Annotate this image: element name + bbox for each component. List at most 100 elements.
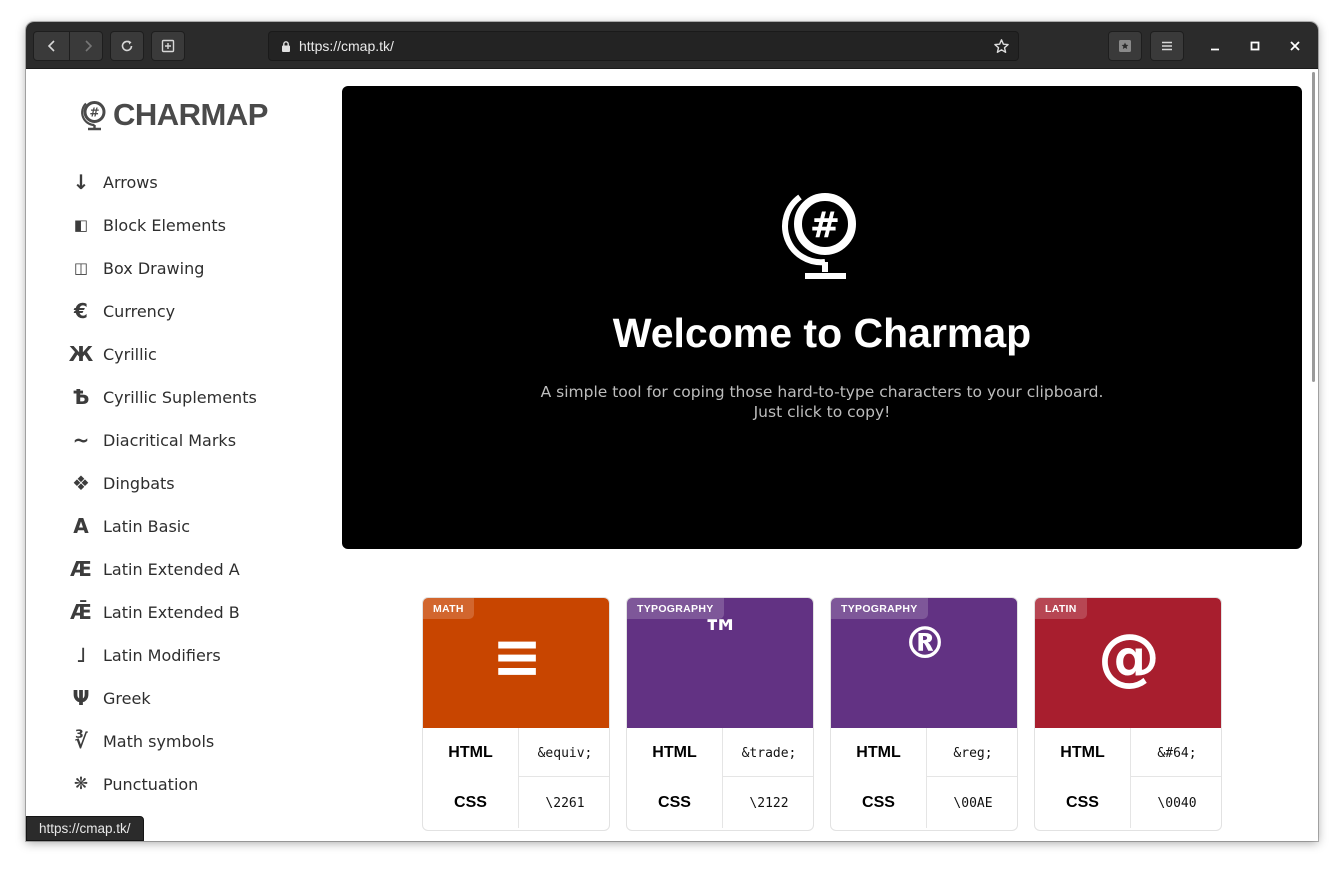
hero-subtitle-line-1: A simple tool for coping those hard-to-t…: [540, 383, 1104, 401]
html-entity[interactable]: &trade;: [722, 728, 813, 778]
block-element-icon: ◧: [73, 216, 89, 234]
css-escape[interactable]: \2261: [518, 778, 609, 828]
sidebar-item-math-symbols[interactable]: ∛ Math symbols: [26, 719, 326, 762]
minimize-button[interactable]: [1205, 36, 1225, 56]
html-label: HTML: [448, 744, 493, 761]
forward-button[interactable]: [70, 32, 105, 60]
css-escape[interactable]: \00AE: [926, 778, 1017, 828]
html-entity[interactable]: &equiv;: [518, 728, 609, 778]
category-tag: TYPOGRAPHY: [831, 598, 928, 619]
char-glyph: ®: [903, 618, 947, 669]
sidebar-item-punctuation[interactable]: ❋ Punctuation: [26, 762, 326, 805]
close-button[interactable]: [1285, 36, 1305, 56]
sidebar-item-label: Arrows: [103, 173, 158, 192]
sidebar-item-greek[interactable]: Ψ Greek: [26, 676, 326, 719]
char-card-reg[interactable]: TYPOGRAPHY ® HTML &reg; CSS \00AE: [830, 597, 1018, 831]
cyrillic-yat-icon: Ѣ: [72, 385, 90, 409]
css-row[interactable]: CSS \00AE: [831, 778, 1017, 828]
sidebar-item-label: Latin Basic: [103, 517, 191, 536]
back-button[interactable]: [34, 32, 69, 60]
html-row[interactable]: HTML &equiv;: [423, 728, 609, 778]
url-text[interactable]: https://cmap.tk/: [299, 38, 394, 54]
sidebar-item-label: Dingbats: [103, 474, 175, 493]
html-entity[interactable]: &reg;: [926, 728, 1017, 778]
cube-root-icon: ∛: [74, 729, 88, 753]
card-preview[interactable]: TYPOGRAPHY ™: [627, 598, 813, 728]
arrow-down-icon: ↓: [72, 170, 90, 194]
logo-text: CHARMAP: [113, 97, 268, 132]
sidebar-item-currency[interactable]: € Currency: [26, 289, 326, 332]
dingbat-diamond-icon: ❖: [72, 471, 90, 495]
url-bar[interactable]: https://cmap.tk/: [268, 31, 1019, 61]
tone-letter-icon: ˩: [76, 643, 86, 667]
svg-text:#: #: [89, 106, 99, 120]
sidebar-item-box-drawing[interactable]: ◫ Box Drawing: [26, 246, 326, 289]
html-label: HTML: [652, 744, 697, 761]
row-separator: [518, 776, 609, 777]
char-glyph: ™: [702, 612, 740, 656]
cyrillic-zhe-icon: Ж: [68, 342, 94, 366]
lock-icon: [282, 41, 290, 52]
minimize-icon: [1211, 48, 1219, 51]
browser-titlebar: https://cmap.tk/: [26, 22, 1318, 69]
bookmark-star-icon[interactable]: [993, 38, 1010, 55]
maximize-button[interactable]: [1245, 36, 1265, 56]
bookmarks-button[interactable]: [1108, 31, 1142, 61]
page-scrollbar[interactable]: [1312, 72, 1315, 382]
sidebar-item-latin-modifiers[interactable]: ˩ Latin Modifiers: [26, 633, 326, 676]
category-tag: MATH: [423, 598, 474, 619]
char-card-equiv[interactable]: MATH ≡ HTML &equiv; CSS \2261: [422, 597, 610, 831]
char-card-trade[interactable]: TYPOGRAPHY ™ HTML &trade; CSS \2122: [626, 597, 814, 831]
sidebar-item-diacritical-marks[interactable]: ~ Diacritical Marks: [26, 418, 326, 461]
row-separator: [1130, 776, 1221, 777]
sidebar-item-label: Box Drawing: [103, 259, 205, 278]
close-icon: [1290, 41, 1300, 51]
html-row[interactable]: HTML &trade;: [627, 728, 813, 778]
css-label: CSS: [658, 794, 691, 811]
css-escape[interactable]: \0040: [1130, 778, 1221, 828]
sidebar-item-latin-basic[interactable]: A Latin Basic: [26, 504, 326, 547]
sidebar-item-label: Math symbols: [103, 732, 215, 751]
reload-button[interactable]: [110, 31, 144, 61]
char-glyph: ≡: [491, 622, 543, 692]
sidebar-item-latin-extended-b[interactable]: Ǣ Latin Extended B: [26, 590, 326, 633]
css-label: CSS: [862, 794, 895, 811]
asterisk-flower-icon: ❋: [73, 774, 89, 794]
sidebar-item-label: Latin Modifiers: [103, 646, 221, 665]
char-card-at[interactable]: LATIN @ HTML &#64; CSS \0040: [1034, 597, 1222, 831]
globe-hash-icon: #: [782, 193, 856, 279]
css-label: CSS: [1066, 794, 1099, 811]
sidebar-item-label: Greek: [103, 689, 151, 708]
sidebar-item-dingbats[interactable]: ❖ Dingbats: [26, 461, 326, 504]
css-escape[interactable]: \2122: [722, 778, 813, 828]
css-row[interactable]: CSS \2261: [423, 778, 609, 828]
category-tag: LATIN: [1035, 598, 1087, 619]
sidebar-item-cyrillic[interactable]: Ж Cyrillic: [26, 332, 326, 375]
html-row[interactable]: HTML &#64;: [1035, 728, 1221, 778]
charmap-logo[interactable]: # CHARMAP: [79, 97, 268, 133]
sidebar-item-label: Punctuation: [103, 775, 199, 794]
css-row[interactable]: CSS \2122: [627, 778, 813, 828]
sidebar-item-cyrillic-suplements[interactable]: Ѣ Cyrillic Suplements: [26, 375, 326, 418]
page-content: # CHARMAP ↓ Arrows ◧ Block Elements ◫ Bo…: [26, 70, 1318, 841]
card-preview[interactable]: LATIN @: [1035, 598, 1221, 728]
html-label: HTML: [856, 744, 901, 761]
euro-icon: €: [74, 299, 88, 323]
sidebar: # CHARMAP ↓ Arrows ◧ Block Elements ◫ Bo…: [26, 70, 326, 841]
sidebar-item-label: Block Elements: [103, 216, 226, 235]
card-preview[interactable]: MATH ≡: [423, 598, 609, 728]
new-tab-button[interactable]: [151, 31, 185, 61]
sidebar-item-block-elements[interactable]: ◧ Block Elements: [26, 203, 326, 246]
card-preview[interactable]: TYPOGRAPHY ®: [831, 598, 1017, 728]
hero-subtitle: A simple tool for coping those hard-to-t…: [342, 382, 1302, 422]
forward-icon: [84, 40, 92, 52]
sidebar-item-label: Latin Extended A: [103, 560, 240, 579]
html-row[interactable]: HTML &reg;: [831, 728, 1017, 778]
sidebar-item-arrows[interactable]: ↓ Arrows: [26, 160, 326, 203]
css-row[interactable]: CSS \0040: [1035, 778, 1221, 828]
new-tab-icon: [161, 39, 175, 53]
menu-button[interactable]: [1150, 31, 1184, 61]
welcome-hero: # Welcome to Charmap A simple tool for c…: [342, 86, 1302, 549]
html-entity[interactable]: &#64;: [1130, 728, 1221, 778]
sidebar-item-latin-extended-a[interactable]: Æ Latin Extended A: [26, 547, 326, 590]
